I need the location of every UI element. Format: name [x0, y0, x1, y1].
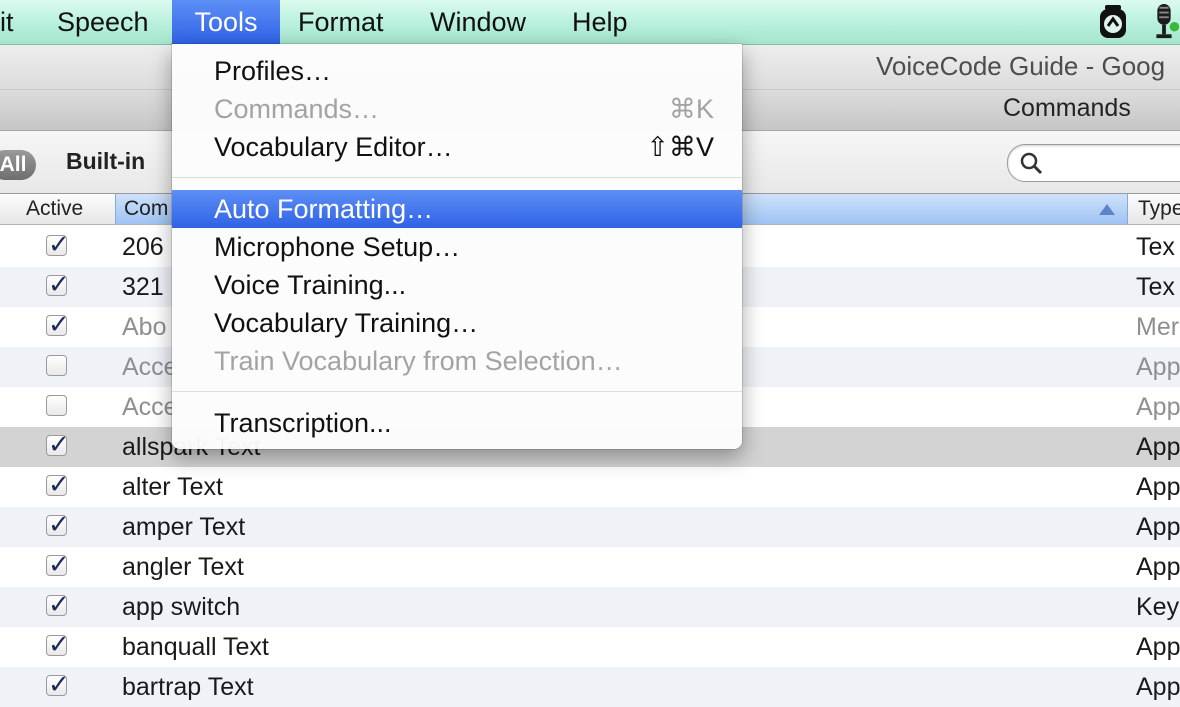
menu-item-label: Commands…	[214, 94, 380, 124]
table-row[interactable]: ✓ amper Text App	[0, 507, 1180, 547]
tools-menu: Profiles… Commands… ⌘K Vocabulary Editor…	[172, 44, 742, 449]
menu-item-label: Train Vocabulary from Selection…	[214, 346, 623, 376]
checkmark-icon: ✓	[48, 549, 70, 579]
command-name-cell: alter Text	[122, 473, 223, 501]
command-name-cell: Acce	[122, 353, 178, 381]
sort-ascending-icon	[1099, 204, 1115, 215]
microphone-icon[interactable]	[1148, 4, 1180, 40]
checkmark-icon: ✓	[48, 589, 70, 619]
menu-tools[interactable]: Tools	[172, 0, 280, 44]
command-name-cell: app switch	[122, 593, 241, 621]
filter-builtin-button[interactable]: Built-in	[66, 148, 145, 175]
active-checkbox[interactable]: ✓	[46, 269, 70, 299]
table-row[interactable]: ✓ alter Text App	[0, 467, 1180, 507]
checkmark-icon: ✓	[48, 509, 70, 539]
menu-item-profiles[interactable]: Profiles…	[172, 52, 742, 90]
command-type-cell: App	[1136, 393, 1180, 421]
menu-item-voice-training[interactable]: Voice Training...	[172, 266, 742, 304]
menu-item-commands: Commands… ⌘K	[172, 90, 742, 128]
checkmark-icon: ✓	[48, 269, 70, 299]
command-type-cell: App	[1136, 633, 1180, 661]
menu-speech[interactable]: Speech	[57, 0, 149, 44]
menu-item-transcription[interactable]: Transcription...	[172, 404, 742, 442]
command-type-cell: Mer	[1136, 313, 1180, 341]
checkmark-icon: ✓	[48, 309, 70, 339]
search-icon	[1020, 152, 1043, 175]
table-row[interactable]: ✓ bartrap Text App	[0, 667, 1180, 707]
table-row[interactable]: ✓ banquall Text App	[0, 627, 1180, 667]
command-name-cell: banquall Text	[122, 633, 269, 661]
command-type-cell: Key	[1136, 593, 1180, 621]
menu-separator	[172, 391, 742, 392]
command-name-cell: 321	[122, 273, 164, 301]
command-name-cell: 206	[122, 233, 164, 261]
checkmark-icon: ✓	[48, 669, 70, 699]
menu-item-vocabulary-editor[interactable]: Vocabulary Editor… ⇧⌘V	[172, 128, 742, 166]
menu-format[interactable]: Format	[298, 0, 384, 44]
column-header-command-label: Com	[124, 197, 169, 220]
menu-item-auto-formatting[interactable]: Auto Formatting…	[172, 190, 742, 228]
command-name-cell: amper Text	[122, 513, 246, 541]
menu-item-shortcut: ⌘K	[668, 94, 714, 124]
active-checkbox[interactable]	[46, 355, 67, 376]
active-checkbox[interactable]: ✓	[46, 669, 70, 699]
command-type-cell: App	[1136, 513, 1180, 541]
active-checkbox[interactable]	[46, 395, 67, 416]
menu-item-label: Voice Training...	[214, 270, 407, 300]
active-checkbox[interactable]: ✓	[46, 229, 70, 259]
menu-item-label: Auto Formatting…	[214, 194, 434, 224]
toolbar-commands-tab[interactable]: Commands	[1003, 94, 1131, 123]
active-checkbox[interactable]: ✓	[46, 589, 70, 619]
menu-item-label: Vocabulary Editor…	[214, 132, 453, 162]
menu-help[interactable]: Help	[572, 0, 628, 44]
command-type-cell: App	[1136, 473, 1180, 501]
command-type-cell: Tex	[1136, 273, 1175, 301]
menu-edit[interactable]: it	[0, 0, 14, 44]
command-name-cell: angler Text	[122, 553, 244, 581]
active-checkbox[interactable]: ✓	[46, 509, 70, 539]
checkmark-icon: ✓	[48, 629, 70, 659]
menu-separator	[172, 177, 742, 178]
menu-item-microphone-setup[interactable]: Microphone Setup…	[172, 228, 742, 266]
menu-bar: it Speech Tools Format Window Help	[0, 0, 1180, 45]
column-header-active[interactable]: Active	[26, 194, 83, 224]
window-title: VoiceCode Guide - Goog	[876, 51, 1166, 81]
active-checkbox[interactable]: ✓	[46, 629, 70, 659]
column-header-type[interactable]: Type	[1138, 194, 1180, 224]
command-name-cell: Acce	[122, 393, 178, 421]
menu-item-label: Transcription...	[214, 408, 392, 438]
filter-all-button[interactable]: All	[0, 150, 36, 180]
accessibility-clock-icon[interactable]	[1096, 4, 1130, 40]
table-row[interactable]: ✓ angler Text App	[0, 547, 1180, 587]
active-checkbox[interactable]: ✓	[46, 429, 70, 459]
active-checkbox[interactable]: ✓	[46, 469, 70, 499]
menu-item-train-vocabulary-from-selection: Train Vocabulary from Selection…	[172, 342, 742, 380]
menu-item-vocabulary-training[interactable]: Vocabulary Training…	[172, 304, 742, 342]
command-type-cell: App	[1136, 433, 1180, 461]
table-row[interactable]: ✓ app switch Key	[0, 587, 1180, 627]
menu-item-label: Microphone Setup…	[214, 232, 461, 262]
checkmark-icon: ✓	[48, 229, 70, 259]
menu-item-shortcut: ⇧⌘V	[646, 132, 714, 162]
active-checkbox[interactable]: ✓	[46, 549, 70, 579]
checkmark-icon: ✓	[48, 469, 70, 499]
menu-item-label: Profiles…	[214, 56, 332, 86]
command-type-cell: App	[1136, 553, 1180, 581]
menu-window[interactable]: Window	[430, 0, 526, 44]
command-type-cell: Tex	[1136, 233, 1175, 261]
command-type-cell: App	[1136, 353, 1180, 381]
search-field[interactable]	[1007, 144, 1180, 182]
command-name-cell: Abo	[122, 313, 167, 341]
active-checkbox[interactable]: ✓	[46, 309, 70, 339]
checkmark-icon: ✓	[48, 429, 70, 459]
menu-item-label: Vocabulary Training…	[214, 308, 479, 338]
